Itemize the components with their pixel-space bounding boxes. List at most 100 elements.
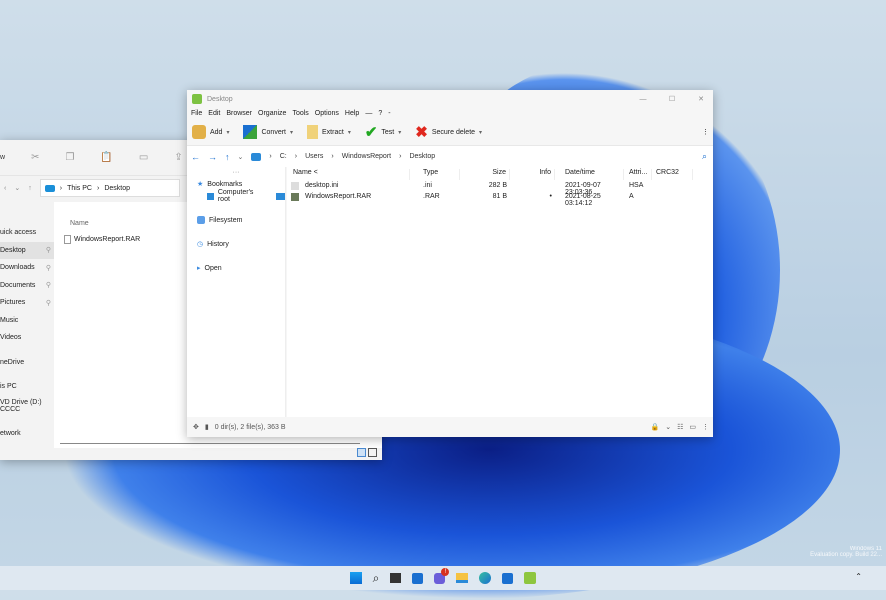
add-button[interactable]: Add ▾ [192, 125, 229, 139]
details-view-icon[interactable] [357, 448, 366, 457]
sidebar-more[interactable]: ··· [187, 167, 285, 176]
chevron-down-icon[interactable]: ⌄ [665, 423, 671, 431]
chevron-right-icon: › [331, 153, 334, 160]
column-header[interactable]: Info [513, 169, 555, 180]
explorer-nav-item[interactable]: etwork [0, 417, 54, 441]
pin-icon[interactable]: ⚲ [46, 299, 54, 307]
peazip-icon[interactable] [524, 572, 537, 584]
watermark-line: Evaluation copy. Build 22... [810, 552, 882, 558]
explorer-nav-item[interactable]: VD Drive (D:) CCCC [0, 394, 54, 418]
sidebar-item[interactable]: Computer's root [191, 189, 256, 203]
table-cell: WindowsReport.RAR [305, 193, 372, 200]
menu-item[interactable]: — [365, 110, 372, 117]
column-header[interactable]: Type [420, 169, 460, 180]
explorer-nav-item[interactable]: Music [0, 312, 54, 330]
move-icon[interactable]: ✥ [193, 423, 199, 431]
chevron-down-icon[interactable]: ▾ [226, 129, 229, 136]
edge-icon[interactable] [479, 572, 492, 584]
column-header[interactable]: Size [462, 169, 510, 180]
chevron-down-icon[interactable]: ▾ [290, 129, 293, 136]
convert-button[interactable]: Convert ▾ [243, 125, 293, 139]
chevron-down-icon[interactable]: ▾ [479, 129, 482, 136]
padlock-icon[interactable]: 🔒 [651, 423, 660, 431]
explorer-nav-item[interactable]: Documents ⚲ [0, 277, 54, 295]
menu-item[interactable]: - [388, 110, 390, 117]
preview-icon[interactable]: ▭ [689, 423, 696, 431]
nav-label: Documents [0, 281, 36, 289]
up-icon[interactable]: ↑ [225, 152, 230, 162]
copy-icon[interactable]: ❐ [65, 152, 74, 163]
chevron-down-icon[interactable]: ▾ [398, 129, 401, 136]
convert-icon [243, 125, 258, 139]
menu-item[interactable]: ? [378, 110, 382, 117]
start-icon[interactable] [349, 572, 362, 584]
sidebar-open[interactable]: ▸ Open [187, 262, 285, 274]
column-header[interactable]: Name < [290, 169, 410, 180]
column-header[interactable]: Date/time [562, 169, 624, 180]
file-explorer-icon[interactable] [456, 573, 469, 583]
maximize-button[interactable]: ☐ [660, 95, 684, 103]
column-header[interactable]: CRC32 [653, 169, 693, 180]
table-row[interactable]: desktop.ini .ini 282 B 2021-09-07 23:03:36 H… [287, 181, 713, 196]
chevron-down-icon[interactable]: ⌄ [238, 153, 244, 161]
forward-icon[interactable]: → [208, 152, 217, 162]
tiles-view-icon[interactable] [368, 448, 377, 457]
cut-icon[interactable]: ✂ [31, 152, 39, 163]
rename-icon[interactable]: ▭ [139, 152, 148, 163]
horizontal-scrollbar[interactable] [60, 443, 360, 444]
explorer-nav-item[interactable]: Videos [0, 329, 54, 347]
path-segment[interactable]: Desktop [104, 185, 130, 192]
address-bar[interactable]: › This PC › Desktop [39, 179, 180, 197]
paste-icon[interactable]: 📋 [100, 152, 112, 163]
column-header[interactable]: Attri... [626, 169, 652, 180]
menu-item[interactable]: Options [315, 110, 339, 117]
chat-icon[interactable]: ! [434, 567, 450, 584]
back-icon[interactable]: ‹ [4, 185, 6, 192]
pin-icon[interactable]: ⚲ [46, 281, 54, 289]
share-icon[interactable]: ⇪ [174, 152, 182, 163]
menu-item[interactable]: File [191, 110, 202, 117]
chevron-down-icon[interactable]: ⌄ [14, 184, 20, 192]
store-icon[interactable] [502, 572, 514, 584]
secure-delete-button[interactable]: ✖ Secure delete ▾ [415, 123, 482, 141]
minimize-button[interactable]: — [631, 96, 655, 103]
task-view-icon[interactable] [390, 573, 402, 583]
test-button[interactable]: ✔ Test ▾ [365, 123, 401, 141]
explorer-nav-item[interactable]: Pictures ⚲ [0, 294, 54, 312]
sidebar-filesystem[interactable]: Filesystem [187, 214, 285, 226]
tray-chevron-icon[interactable]: ⌃ [855, 572, 862, 581]
up-icon[interactable]: ↑ [28, 185, 32, 192]
more-options-icon[interactable]: ⋮ [702, 128, 713, 136]
breadcrumb-segment[interactable]: WindowsReport [342, 153, 391, 160]
menu-item[interactable]: Organize [258, 110, 286, 117]
breadcrumb-segment[interactable]: C: [280, 153, 287, 160]
close-button[interactable]: ✕ [689, 95, 713, 103]
pin-icon[interactable]: ⚲ [46, 246, 54, 254]
sidebar-history[interactable]: ◷ History [187, 238, 285, 250]
widgets-icon[interactable] [412, 572, 424, 584]
menu-item[interactable]: Browser [226, 110, 252, 117]
breadcrumb-segment[interactable]: Desktop [409, 153, 435, 160]
menu-item[interactable]: Edit [208, 110, 220, 117]
extract-button[interactable]: Extract ▾ [307, 125, 351, 139]
table-row[interactable]: WindowsReport.RAR .RAR 81 B • 2021-08-25 03:… [287, 192, 713, 207]
explorer-nav-item[interactable]: neDrive [0, 347, 54, 371]
menu-bar: File Edit Browser Organize Tools Options Help —… [187, 108, 713, 119]
pin-icon[interactable]: ⚲ [46, 264, 54, 272]
search-icon[interactable]: ⌕ [373, 571, 380, 586]
breadcrumb-segment[interactable]: Users [305, 153, 323, 160]
menu-item[interactable]: Tools [292, 110, 308, 117]
back-icon[interactable]: ← [191, 152, 200, 162]
view-button[interactable]: w [0, 154, 5, 161]
explorer-nav-item[interactable]: uick access [0, 224, 54, 242]
chevron-down-icon[interactable]: ▾ [348, 129, 351, 136]
menu-item[interactable]: Help [345, 110, 359, 117]
path-segment[interactable]: This PC [67, 185, 92, 192]
explorer-nav-item[interactable]: Downloads ⚲ [0, 259, 54, 277]
list-view-icon[interactable]: ☷ [677, 423, 683, 431]
explorer-nav-item[interactable]: Desktop ⚲ [0, 241, 54, 259]
explorer-nav-item[interactable]: is PC [0, 370, 54, 394]
more-icon[interactable]: ⋮ [702, 423, 713, 431]
search-icon[interactable]: ⌕ [702, 151, 713, 162]
test-label: Test [381, 128, 395, 136]
